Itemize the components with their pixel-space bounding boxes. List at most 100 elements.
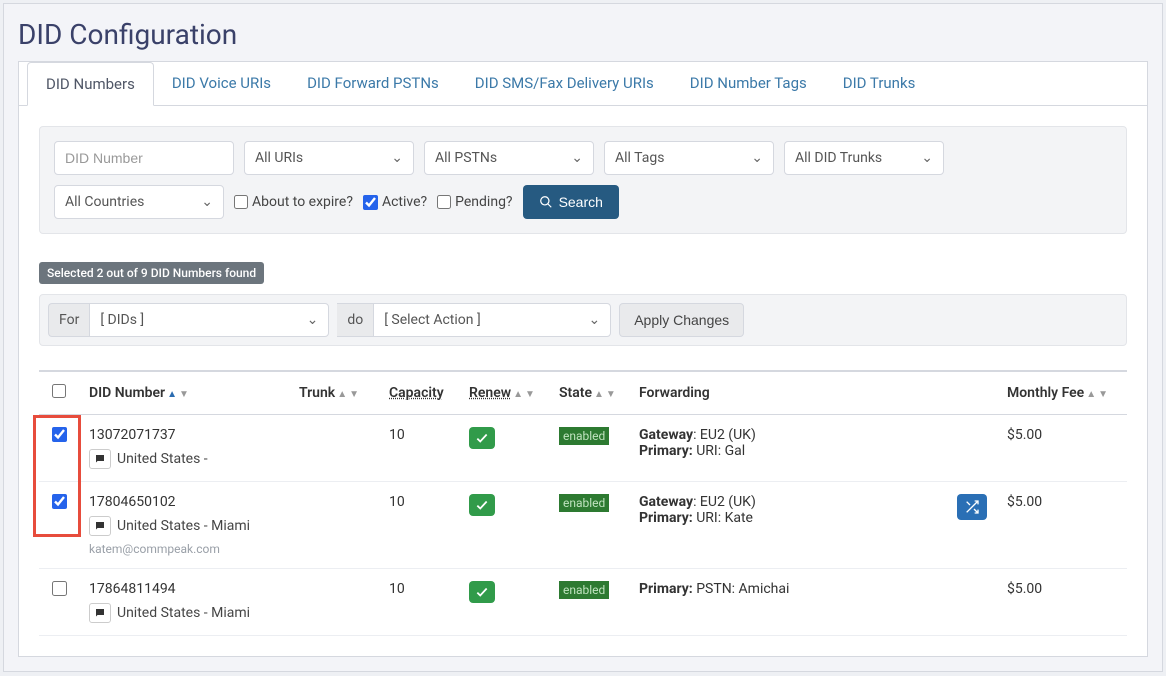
do-label: do	[337, 303, 373, 337]
forwarding-primary: Primary: PSTN: Amichai	[639, 581, 789, 597]
tags-select-value: All Tags	[615, 150, 664, 166]
chevron-down-icon: ⌄	[307, 312, 319, 328]
col-_state: State▲▼	[549, 371, 629, 415]
tab-did-voice-uris[interactable]: DID Voice URIs	[154, 62, 289, 105]
fee-cell: $5.00	[997, 415, 1127, 482]
countries-select-value: All Countries	[65, 194, 144, 210]
tab-did-numbers[interactable]: DID Numbers	[27, 62, 154, 106]
tags-select[interactable]: All Tags ⌄	[604, 141, 774, 175]
chat-icon[interactable]	[89, 449, 111, 469]
chevron-down-icon: ⌄	[391, 150, 403, 166]
select-all-checkbox[interactable]	[52, 384, 66, 398]
tab-did-number-tags[interactable]: DID Number Tags	[672, 62, 825, 105]
table-row: 13072071737 United States - 10 enabled G…	[39, 415, 1127, 482]
expire-label: About to expire?	[252, 194, 353, 210]
tab-did-trunks[interactable]: DID Trunks	[825, 62, 934, 105]
renew-check-icon	[469, 581, 495, 603]
expire-checkbox[interactable]	[234, 195, 248, 209]
did-number-value: 17804650102	[89, 494, 279, 510]
active-checkbox[interactable]	[363, 195, 378, 210]
trunks-select-value: All DID Trunks	[795, 150, 882, 166]
trunk-cell	[289, 415, 379, 482]
sort-asc-icon: ▲	[513, 389, 523, 400]
sort-asc-icon: ▲	[167, 389, 177, 400]
email-hint: katem@commpeak.com	[89, 542, 279, 556]
shuffle-button[interactable]	[957, 494, 987, 520]
pstns-select-value: All PSTNs	[435, 150, 497, 166]
forwarding-primary: Primary: URI: Kate	[639, 510, 756, 526]
active-checkbox-wrap[interactable]: Active?	[363, 194, 427, 210]
for-select[interactable]: [ DIDs ]⌄	[89, 303, 329, 337]
tab-did-forward-pstns[interactable]: DID Forward PSTNs	[289, 62, 457, 105]
chevron-down-icon: ⌄	[921, 150, 933, 166]
col-capacity[interactable]: Capacity	[379, 371, 459, 415]
col-trunk[interactable]: Trunk▲▼	[289, 371, 379, 415]
forwarding-gateway: Gateway: EU2 (UK)	[639, 427, 756, 443]
uris-select-value: All URIs	[255, 150, 303, 166]
sort-asc-icon: ▲	[594, 389, 604, 400]
region-label: United States - Miami	[117, 518, 250, 534]
tab-did-sms-fax[interactable]: DID SMS/Fax Delivery URIs	[457, 62, 672, 105]
sort-desc-icon: ▼	[525, 389, 535, 400]
did-number-input[interactable]	[54, 141, 234, 175]
col-renew[interactable]: Renew▲▼	[459, 371, 549, 415]
did-number-value: 13072071737	[89, 427, 279, 443]
active-label: Active?	[382, 194, 427, 210]
search-icon	[539, 195, 553, 209]
did-number-value: 17864811494	[89, 581, 279, 597]
region-wrap: United States - Miami	[89, 603, 279, 623]
table-row: 17804650102 United States - Miami katem@…	[39, 482, 1127, 569]
col-monthly-fee[interactable]: Monthly Fee▲▼	[997, 371, 1127, 415]
uris-select[interactable]: All URIs ⌄	[244, 141, 414, 175]
row-checkbox[interactable]	[52, 427, 67, 442]
apply-changes-button[interactable]: Apply Changes	[619, 303, 744, 337]
countries-select[interactable]: All Countries ⌄	[54, 185, 224, 219]
pending-checkbox[interactable]	[437, 195, 451, 209]
renew-check-icon	[469, 494, 495, 516]
state-badge: enabled	[559, 494, 609, 512]
sort-desc-icon: ▼	[179, 389, 189, 400]
for-label: For	[48, 303, 89, 337]
sort-asc-icon: ▲	[1086, 389, 1096, 400]
chevron-down-icon: ⌄	[571, 150, 583, 166]
row-checkbox[interactable]	[52, 581, 67, 596]
table-row: 17864811494 United States - Miami 10 ena…	[39, 569, 1127, 636]
expire-checkbox-wrap[interactable]: About to expire?	[234, 194, 353, 210]
renew-check-icon	[469, 427, 495, 449]
search-button-label: Search	[559, 194, 603, 210]
trunks-select[interactable]: All DID Trunks ⌄	[784, 141, 944, 175]
filters-panel: All URIs ⌄ All PSTNs ⌄ All Tags ⌄ All DID T…	[39, 126, 1127, 234]
sort-desc-icon: ▼	[606, 389, 616, 400]
fee-cell: $5.00	[997, 569, 1127, 636]
sort-desc-icon: ▼	[1098, 389, 1108, 400]
fee-cell: $5.00	[997, 482, 1127, 569]
row-checkbox[interactable]	[52, 494, 67, 509]
chat-icon[interactable]	[89, 516, 111, 536]
forwarding-gateway: Gateway: EU2 (UK)	[639, 494, 756, 510]
state-badge: enabled	[559, 581, 609, 599]
trunk-cell	[289, 482, 379, 569]
state-badge: enabled	[559, 427, 609, 445]
did-table: DID Number▲▼ Trunk▲▼ Capacity Renew▲▼ St…	[39, 370, 1127, 636]
region-wrap: United States - Miami	[89, 516, 279, 536]
col-forwarding: Forwarding	[629, 371, 997, 415]
page-title: DID Configuration	[4, 4, 1162, 61]
col-did-number[interactable]: DID Number▲▼	[79, 371, 289, 415]
capacity-cell: 10	[379, 415, 459, 482]
pending-label: Pending?	[455, 194, 512, 210]
chat-icon[interactable]	[89, 603, 111, 623]
capacity-cell: 10	[379, 569, 459, 636]
capacity-cell: 10	[379, 482, 459, 569]
search-button[interactable]: Search	[523, 185, 619, 219]
sort-asc-icon: ▲	[337, 389, 347, 400]
do-select[interactable]: [ Select Action ]⌄	[373, 303, 611, 337]
tab-bar: DID Numbers DID Voice URIs DID Forward P…	[19, 62, 1147, 106]
region-label: United States -	[117, 451, 208, 467]
chevron-down-icon: ⌄	[588, 312, 600, 328]
pending-checkbox-wrap[interactable]: Pending?	[437, 194, 512, 210]
chevron-down-icon: ⌄	[751, 150, 763, 166]
trunk-cell	[289, 569, 379, 636]
pstns-select[interactable]: All PSTNs ⌄	[424, 141, 594, 175]
chevron-down-icon: ⌄	[201, 194, 213, 210]
forwarding-primary: Primary: URI: Gal	[639, 443, 756, 459]
